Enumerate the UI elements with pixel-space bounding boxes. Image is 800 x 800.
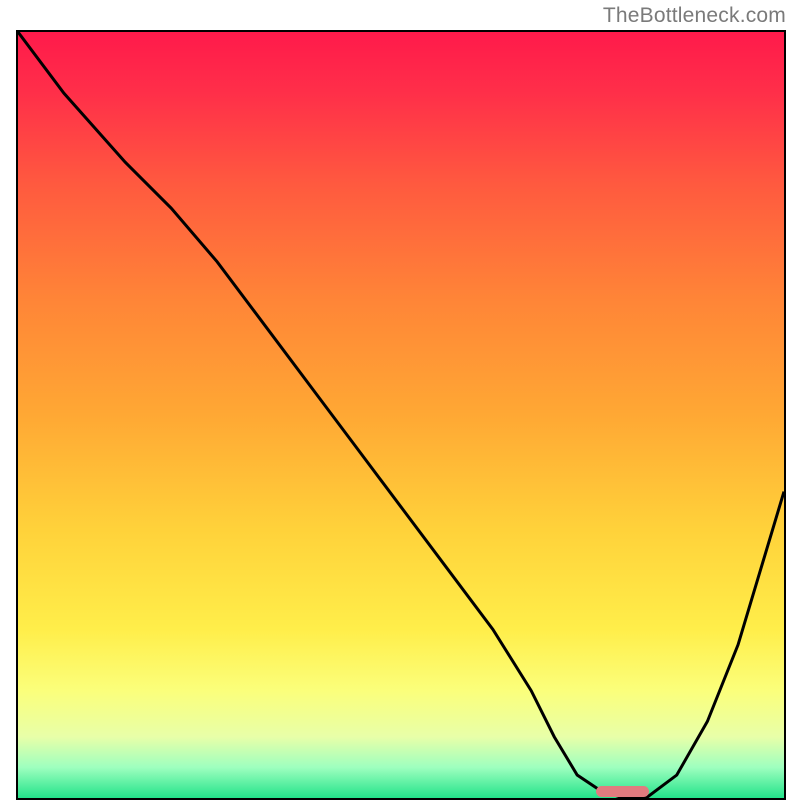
watermark-text: TheBottleneck.com — [603, 4, 786, 28]
chart-frame — [16, 30, 786, 800]
chart-background — [18, 32, 784, 798]
optimal-point-marker — [596, 786, 650, 797]
chart-svg — [18, 32, 784, 798]
